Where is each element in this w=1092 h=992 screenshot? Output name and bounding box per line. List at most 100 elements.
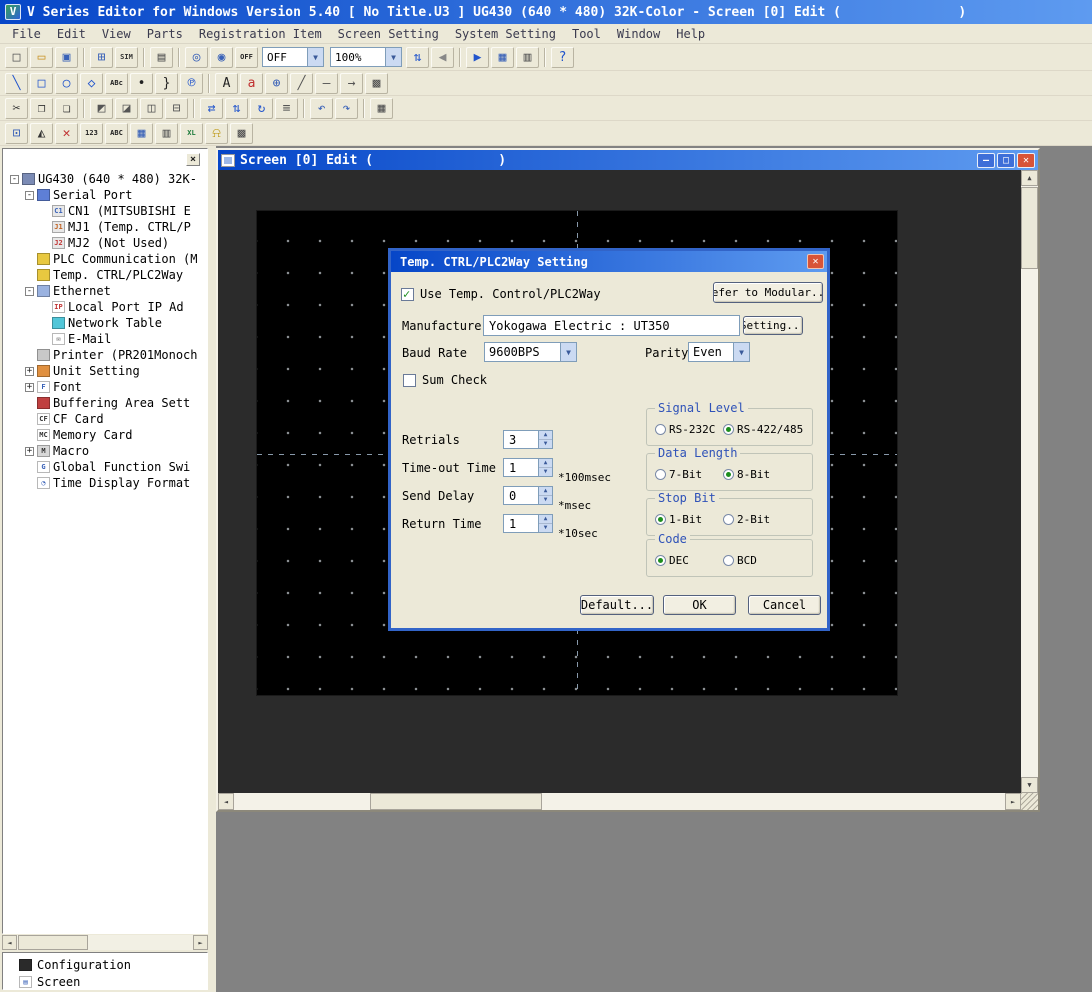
tree-item[interactable]: +MMacro [6, 443, 207, 459]
expand-icon[interactable]: + [25, 383, 34, 392]
new-file-icon[interactable]: □ [5, 47, 28, 68]
tree-item[interactable]: Network Table [6, 315, 207, 331]
sidebar-horizontal-scrollbar[interactable]: ◄ ► [2, 935, 208, 950]
spin-down-icon[interactable]: ▼ [539, 468, 552, 476]
swap-screen-icon[interactable]: ⇅ [406, 47, 429, 68]
parts-place-icon[interactable]: ℗ [180, 73, 203, 94]
menu-tool[interactable]: Tool [564, 25, 609, 43]
grid-off-icon[interactable]: OFF [235, 47, 258, 68]
screen-copy-icon[interactable]: ⊡ [5, 123, 28, 144]
scrollbar-thumb[interactable] [18, 935, 88, 950]
zoom-in-icon[interactable]: ◎ [185, 47, 208, 68]
spin-down-icon[interactable]: ▼ [539, 440, 552, 448]
menu-screen-setting[interactable]: Screen Setting [330, 25, 447, 43]
dash-line-icon[interactable]: — [315, 73, 338, 94]
timeout-spinner[interactable]: 1 ▲▼ [503, 458, 553, 477]
use-temp-control-checkbox[interactable]: Use Temp. Control/PLC2Way [401, 287, 601, 301]
menu-file[interactable]: File [4, 25, 49, 43]
radio-rs-422-485[interactable] [723, 424, 734, 435]
sum-check-checkbox[interactable]: Sum Check [403, 373, 487, 387]
excel-icon[interactable]: XL [180, 123, 203, 144]
setting-button[interactable]: Setting... [743, 316, 803, 335]
char-red-icon[interactable]: a [240, 73, 263, 94]
copy-icon[interactable]: ❐ [30, 98, 53, 119]
view-item-screen[interactable]: ▤Screen [3, 973, 207, 990]
titlebar[interactable]: V V Series Editor for Windows Version 5.… [0, 0, 1092, 24]
list-parts-icon[interactable]: ▥ [155, 123, 178, 144]
spin-up-icon[interactable]: ▲ [539, 431, 552, 440]
group-icon[interactable]: ◫ [140, 98, 163, 119]
spin-down-icon[interactable]: ▼ [539, 496, 552, 504]
dot-tool-icon[interactable]: • [130, 73, 153, 94]
redo-icon[interactable]: ↷ [335, 98, 358, 119]
numeric-parts-icon[interactable]: 123 [80, 123, 103, 144]
flip-vertical-icon[interactable]: ⇅ [225, 98, 248, 119]
scroll-up-icon[interactable]: ▲ [1021, 170, 1038, 186]
expand-icon[interactable]: + [25, 447, 34, 456]
send-back-icon[interactable]: ◪ [115, 98, 138, 119]
paste-icon[interactable]: ❏ [55, 98, 78, 119]
tree-item[interactable]: J1MJ1 (Temp. CTRL/P [6, 219, 207, 235]
tree-item[interactable]: GGlobal Function Swi [6, 459, 207, 475]
radio-2-bit[interactable] [723, 514, 734, 525]
scroll-right-icon[interactable]: ► [1005, 793, 1021, 810]
spin-down-icon[interactable]: ▼ [539, 524, 552, 532]
previous-screen-icon[interactable]: ◀ [431, 47, 454, 68]
sim-icon[interactable]: SIM [115, 47, 138, 68]
minimize-button[interactable]: – [977, 153, 995, 168]
tree-item[interactable]: PLC Communication (M [6, 251, 207, 267]
scroll-left-icon[interactable]: ◄ [2, 935, 17, 950]
manufacture-field[interactable]: Yokogawa Electric : UT350 [483, 315, 740, 336]
chevron-down-icon[interactable]: ▼ [733, 343, 749, 361]
child-titlebar[interactable]: Screen [0] Edit ( ) – □ ✕ [218, 150, 1038, 170]
baud-rate-combo[interactable]: 9600BPS ▼ [484, 342, 577, 362]
horizontal-scrollbar[interactable]: ◄ ► [218, 793, 1021, 810]
menu-parts[interactable]: Parts [139, 25, 191, 43]
spin-up-icon[interactable]: ▲ [539, 515, 552, 524]
cancel-button[interactable]: Cancel [748, 595, 821, 615]
circle-tool-icon[interactable]: ○ [55, 73, 78, 94]
retrials-spinner[interactable]: 3 ▲▼ [503, 430, 553, 449]
screen-manage-icon[interactable]: ⊞ [90, 47, 113, 68]
alarm-bell-icon[interactable]: ⍾ [205, 123, 228, 144]
chevron-down-icon[interactable]: ▼ [560, 343, 576, 361]
help-icon[interactable]: ? [551, 47, 574, 68]
ungroup-icon[interactable]: ⊟ [165, 98, 188, 119]
tree-item[interactable]: +Unit Setting [6, 363, 207, 379]
send-delay-spinner[interactable]: 0 ▲▼ [503, 486, 553, 505]
scroll-down-icon[interactable]: ▼ [1021, 777, 1038, 793]
mosaic-icon[interactable]: ▦ [370, 98, 393, 119]
parity-combo[interactable]: Even ▼ [688, 342, 750, 362]
scroll-right-icon[interactable]: ► [193, 935, 208, 950]
flip-horizontal-icon[interactable]: ⇄ [200, 98, 223, 119]
spin-up-icon[interactable]: ▲ [539, 487, 552, 496]
checkbox-icon[interactable] [401, 288, 414, 301]
radio-8-bit[interactable] [723, 469, 734, 480]
view-item-configuration[interactable]: Configuration [3, 956, 207, 973]
checkbox-icon[interactable] [403, 374, 416, 387]
tree-item[interactable]: Temp. CTRL/PLC2Way [6, 267, 207, 283]
tree-item[interactable]: ✉E-Mail [6, 331, 207, 347]
tree-item[interactable]: Printer (PR201Monoch [6, 347, 207, 363]
radio-dec[interactable] [655, 555, 666, 566]
table-parts-icon[interactable]: ▦ [130, 123, 153, 144]
grid-display-combo[interactable]: OFF ▼ [262, 47, 324, 67]
item-list-icon[interactable]: ▥ [516, 47, 539, 68]
bring-front-icon[interactable]: ◩ [90, 98, 113, 119]
zoom-select-icon[interactable]: ◉ [210, 47, 233, 68]
expand-icon[interactable]: + [25, 367, 34, 376]
maximize-button[interactable]: □ [997, 153, 1015, 168]
open-folder-icon[interactable]: ▭ [30, 47, 53, 68]
brace-tool-icon[interactable]: } [155, 73, 178, 94]
close-icon[interactable]: ✕ [807, 254, 824, 269]
box-tool-icon[interactable]: □ [30, 73, 53, 94]
overlap-display-icon[interactable]: ◭ [30, 123, 53, 144]
menu-registration-item[interactable]: Registration Item [191, 25, 330, 43]
collapse-icon[interactable]: - [10, 175, 19, 184]
chevron-down-icon[interactable]: ▼ [385, 48, 401, 66]
radio-1-bit[interactable] [655, 514, 666, 525]
grid-setting-icon[interactable]: ▩ [230, 123, 253, 144]
default-button[interactable]: Default... [580, 595, 654, 615]
globe-icon[interactable]: ⊕ [265, 73, 288, 94]
delete-screen-icon[interactable]: ✕ [55, 123, 78, 144]
